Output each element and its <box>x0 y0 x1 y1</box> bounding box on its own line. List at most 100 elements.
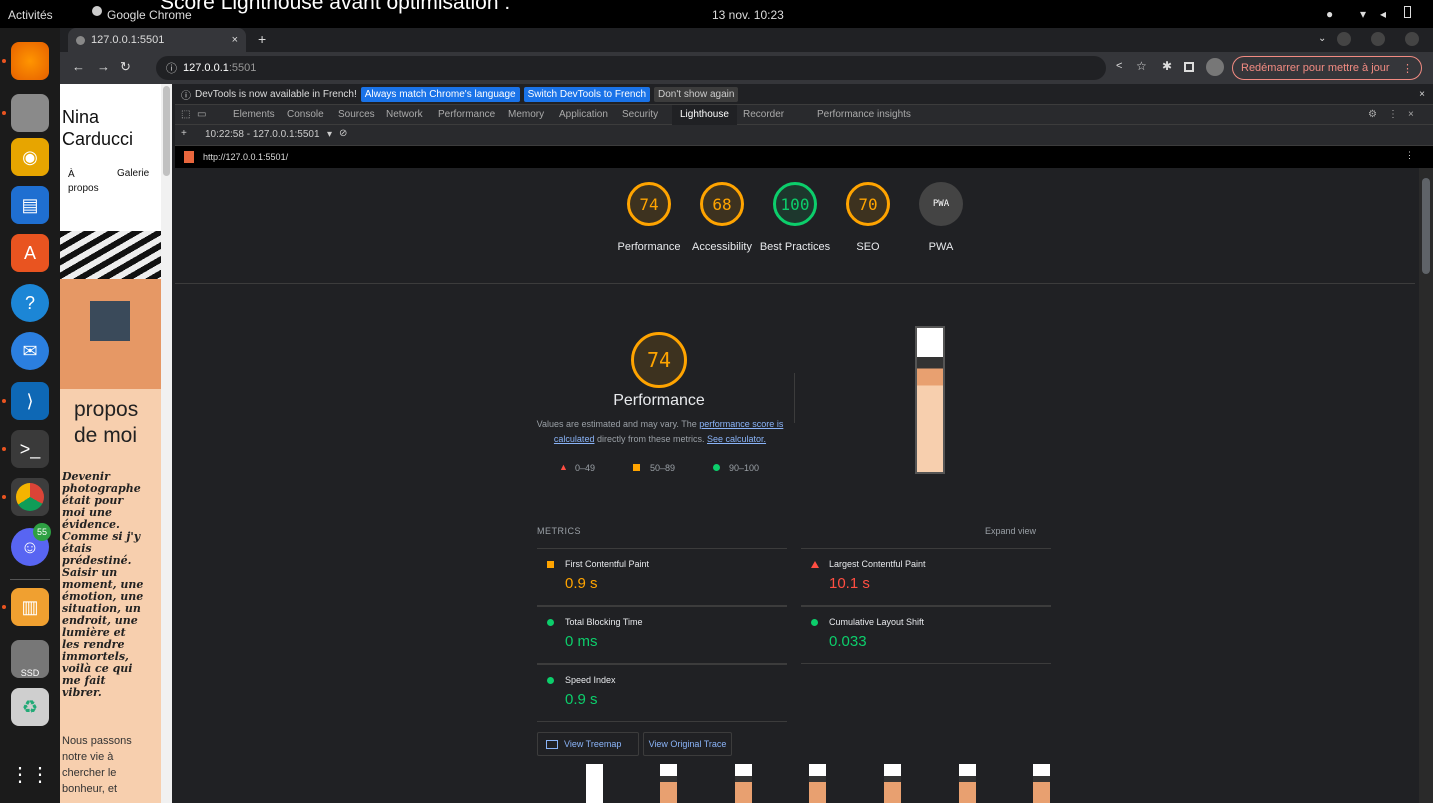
tab-sources[interactable]: Sources <box>338 109 375 120</box>
settings-gear-icon[interactable]: ⚙ <box>1368 109 1377 120</box>
more-options-icon[interactable]: ⋮ <box>1388 109 1398 120</box>
page-scrollbar[interactable] <box>161 84 172 803</box>
reload-icon[interactable]: ↻ <box>120 59 131 75</box>
circle-marker-icon <box>547 619 554 626</box>
score-gauge-pwa[interactable]: PWA <box>919 182 963 226</box>
address-bar[interactable]: ⓘ 127.0.0.1 :5501 <box>156 56 1106 80</box>
minimize-icon[interactable] <box>1337 32 1351 46</box>
ssd-label: SSD <box>20 668 40 678</box>
close-infobar-icon[interactable]: × <box>1419 89 1425 100</box>
metric-largest-contentful-paint: Largest Contentful Paint 10.1 s <box>801 548 1051 606</box>
wifi-icon[interactable]: ▾ <box>1360 7 1366 21</box>
bookmark-star-icon[interactable]: ☆ <box>1136 59 1147 73</box>
divider <box>175 283 1415 284</box>
info-icon: ⓘ <box>166 63 177 75</box>
legend-average: 50–89 <box>650 463 676 473</box>
volume-icon[interactable]: ◂ <box>1380 7 1386 21</box>
tab-application[interactable]: Application <box>559 109 608 120</box>
site-name: Nina Carducci <box>62 106 133 150</box>
report-menu-icon[interactable]: ⋮ <box>1405 150 1414 161</box>
final-screenshot[interactable] <box>915 326 945 474</box>
update-button[interactable]: Redémarrer pour mettre à jour ⋮ <box>1232 56 1422 80</box>
extensions-icon[interactable]: ✱ <box>1162 59 1172 73</box>
tab-security[interactable]: Security <box>622 109 658 120</box>
score-value: 74 <box>639 194 659 214</box>
close-window-icon[interactable] <box>1405 32 1419 46</box>
clear-report-icon[interactable]: ⊘ <box>339 128 347 139</box>
score-gauge-accessibility[interactable]: 68 <box>700 182 744 226</box>
inspect-icon[interactable]: ⬚ <box>181 109 190 120</box>
report-scrollbar-thumb[interactable] <box>1422 178 1430 274</box>
tab-network[interactable]: Network <box>386 109 423 120</box>
metric-name: Total Blocking Time <box>565 617 643 627</box>
dock-separator <box>10 579 50 580</box>
close-devtools-icon[interactable]: × <box>1408 109 1414 120</box>
dont-show-button[interactable]: Don't show again <box>654 86 739 102</box>
score-gauge-performance[interactable]: 74 <box>627 182 671 226</box>
perf-gauge[interactable]: 74 <box>631 332 687 388</box>
writer-icon[interactable]: ▤ <box>11 186 49 224</box>
score-label: Performance <box>617 241 681 253</box>
close-tab-icon[interactable]: × <box>232 34 238 46</box>
terminal-icon[interactable]: >_ <box>11 430 49 468</box>
nav-gallery[interactable]: Galerie <box>117 168 149 179</box>
share-icon[interactable]: < <box>1116 60 1122 72</box>
view-trace-button[interactable]: View Original Trace <box>643 732 732 756</box>
chrome-dock-icon[interactable] <box>11 478 49 516</box>
device-toolbar-icon[interactable]: ▭ <box>197 109 206 120</box>
firefox-icon[interactable] <box>11 42 49 80</box>
page-scrollbar-thumb[interactable] <box>163 86 170 176</box>
software-icon[interactable]: A <box>11 234 49 272</box>
report-dropdown-icon[interactable]: ▾ <box>327 129 332 140</box>
vscode-icon[interactable]: ⟩ <box>11 382 49 420</box>
rhythmbox-icon[interactable]: ◉ <box>11 138 49 176</box>
battery-icon[interactable] <box>1404 6 1411 18</box>
back-icon[interactable]: ← <box>72 59 85 74</box>
forward-icon[interactable]: → <box>97 59 110 74</box>
ssd-drive-icon[interactable]: SSD <box>11 640 49 678</box>
clock[interactable]: 13 nov. 10:23 <box>712 8 784 22</box>
tab-memory[interactable]: Memory <box>508 109 544 120</box>
tab-search-icon[interactable]: ⌄ <box>1318 33 1326 44</box>
metric-name: Speed Index <box>565 675 616 685</box>
score-gauge-seo[interactable]: 70 <box>846 182 890 226</box>
tab-performance-insights[interactable]: Performance insights <box>817 109 911 120</box>
impress-icon[interactable]: ▥ <box>11 588 49 626</box>
tab-recorder[interactable]: Recorder <box>743 109 784 120</box>
profile-avatar[interactable] <box>1206 58 1224 76</box>
report-url[interactable]: http://127.0.0.1:5501/ <box>203 152 288 162</box>
app-grid-icon[interactable]: ⋮⋮ <box>10 755 50 793</box>
tab-lighthouse[interactable]: Lighthouse <box>672 105 737 125</box>
trash-icon[interactable]: ♻ <box>11 688 49 726</box>
overlay-title: Score Lighthouse avant optimisation : <box>160 0 511 14</box>
tab-elements[interactable]: Elements <box>233 109 275 120</box>
side-panel-icon[interactable] <box>1184 62 1194 72</box>
discord-tray-icon[interactable]: ● <box>1326 7 1333 21</box>
legend-pass: 90–100 <box>729 463 760 473</box>
nav-about[interactable]: À propos <box>68 168 99 196</box>
metric-name: Largest Contentful Paint <box>829 559 926 569</box>
expand-view-toggle[interactable]: Expand view <box>985 526 1036 536</box>
metric-value: 0.9 s <box>565 691 598 708</box>
dock: ◉ ▤ A ? ✉ ⟩ >_ ☺ 55 ▥ SSD ♻ ⋮⋮ <box>0 28 60 803</box>
score-value: PWA <box>932 199 950 209</box>
tab-performance[interactable]: Performance <box>438 109 495 120</box>
report-scrollbar[interactable] <box>1419 168 1433 803</box>
new-report-icon[interactable]: + <box>181 128 187 139</box>
tab-console[interactable]: Console <box>287 109 324 120</box>
match-language-button[interactable]: Always match Chrome's language <box>360 86 520 102</box>
site-name-line1: Nina <box>62 107 100 127</box>
new-tab-icon[interactable]: + <box>258 31 266 47</box>
score-gauge-best-practices[interactable]: 100 <box>773 182 817 226</box>
files-icon[interactable] <box>11 94 49 132</box>
thunderbird-icon[interactable]: ✉ <box>11 332 49 370</box>
report-select[interactable]: 10:22:58 - 127.0.0.1:5501 <box>205 129 320 140</box>
circle-marker-icon <box>811 619 818 626</box>
help-icon[interactable]: ? <box>11 284 49 322</box>
view-treemap-button[interactable]: View Treemap <box>537 732 639 756</box>
maximize-icon[interactable] <box>1371 32 1385 46</box>
activities-button[interactable]: Activités <box>8 8 53 22</box>
calculator-link[interactable]: See calculator. <box>707 434 766 444</box>
switch-french-button[interactable]: Switch DevTools to French <box>523 86 651 102</box>
browser-tab[interactable]: 127.0.0.1:5501 × <box>68 28 246 52</box>
